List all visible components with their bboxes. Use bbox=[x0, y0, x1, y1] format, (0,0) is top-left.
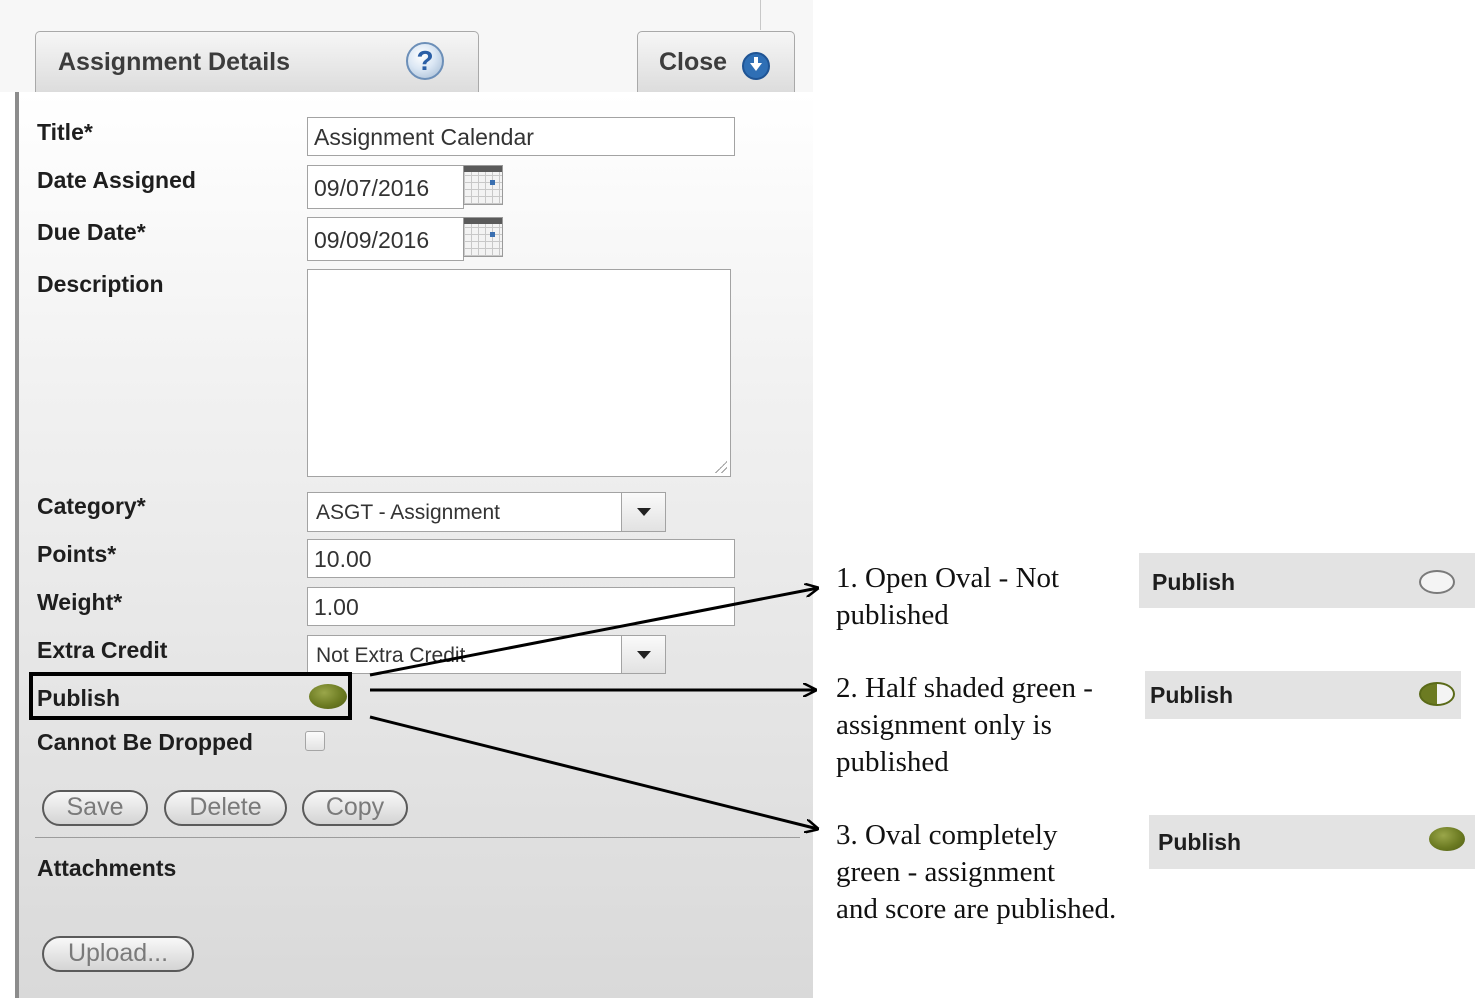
extra-credit-value: Not Extra Credit bbox=[316, 644, 466, 667]
dropdown-arrow-icon[interactable] bbox=[621, 493, 665, 531]
category-value: ASGT - Assignment bbox=[316, 501, 501, 524]
category-label: Category* bbox=[37, 493, 146, 519]
publish-example-full: Publish bbox=[1149, 815, 1475, 869]
title-input[interactable]: Assignment Calendar bbox=[307, 117, 735, 156]
upload-button[interactable]: Upload... bbox=[42, 936, 194, 972]
help-icon[interactable]: ? bbox=[406, 42, 444, 80]
publish-highlight-box bbox=[29, 672, 352, 720]
calendar-icon[interactable] bbox=[463, 165, 503, 205]
date-assigned-label: Date Assigned bbox=[37, 167, 196, 193]
note-line: published bbox=[836, 746, 949, 778]
title-label: Title* bbox=[37, 119, 93, 145]
header-divider bbox=[760, 0, 761, 30]
category-select[interactable]: ASGT - Assignment bbox=[307, 492, 666, 532]
note-line: 2. Half shaded green - bbox=[836, 672, 1093, 704]
description-label: Description bbox=[37, 271, 164, 297]
note-line: 3. Oval completely bbox=[836, 819, 1058, 851]
copy-button[interactable]: Copy bbox=[302, 790, 408, 826]
section-divider bbox=[35, 837, 800, 838]
annotation-note-1: 1. Open Oval - Not published bbox=[836, 560, 1059, 634]
note-line: green - assignment bbox=[836, 856, 1056, 888]
delete-button[interactable]: Delete bbox=[164, 790, 287, 826]
note-line: 1. Open Oval - Not bbox=[836, 562, 1060, 594]
calendar-icon[interactable] bbox=[463, 217, 503, 257]
weight-input[interactable]: 1.00 bbox=[307, 587, 735, 626]
note-line: published bbox=[836, 599, 949, 631]
tab-assignment-details[interactable]: Assignment Details ? bbox=[35, 31, 479, 93]
description-textarea[interactable] bbox=[307, 269, 731, 477]
annotation-note-2: 2. Half shaded green - assignment only i… bbox=[836, 670, 1093, 781]
extra-credit-label: Extra Credit bbox=[37, 637, 168, 663]
cannot-be-dropped-checkbox[interactable] bbox=[305, 731, 325, 751]
publish-example-label: Publish bbox=[1152, 569, 1236, 595]
publish-example-label: Publish bbox=[1158, 829, 1242, 855]
close-icon bbox=[742, 52, 770, 80]
publish-example-half: Publish bbox=[1145, 671, 1461, 719]
publish-example-open: Publish bbox=[1139, 553, 1475, 608]
points-input[interactable]: 10.00 bbox=[307, 539, 735, 578]
full-oval-icon bbox=[1429, 827, 1465, 851]
extra-credit-select[interactable]: Not Extra Credit bbox=[307, 635, 666, 674]
half-oval-icon bbox=[1419, 682, 1455, 706]
date-assigned-input[interactable]: 09/07/2016 bbox=[307, 165, 464, 209]
open-oval-icon bbox=[1419, 570, 1455, 594]
annotation-note-3: 3. Oval completely green - assignment an… bbox=[836, 817, 1116, 928]
cannot-be-dropped-label: Cannot Be Dropped bbox=[37, 729, 253, 755]
close-button[interactable]: Close bbox=[637, 31, 795, 93]
note-line: assignment only is bbox=[836, 709, 1052, 741]
close-label: Close bbox=[659, 48, 728, 76]
weight-label: Weight* bbox=[37, 589, 123, 615]
tab-title: Assignment Details bbox=[58, 48, 291, 76]
publish-example-label: Publish bbox=[1150, 682, 1234, 708]
attachments-heading: Attachments bbox=[37, 855, 177, 881]
due-date-label: Due Date* bbox=[37, 219, 146, 245]
points-label: Points* bbox=[37, 541, 117, 567]
resize-grip-icon[interactable] bbox=[715, 461, 727, 473]
save-button[interactable]: Save bbox=[42, 790, 148, 826]
note-line: and score are published. bbox=[836, 893, 1117, 925]
due-date-input[interactable]: 09/09/2016 bbox=[307, 217, 464, 261]
dropdown-arrow-icon[interactable] bbox=[621, 636, 665, 673]
